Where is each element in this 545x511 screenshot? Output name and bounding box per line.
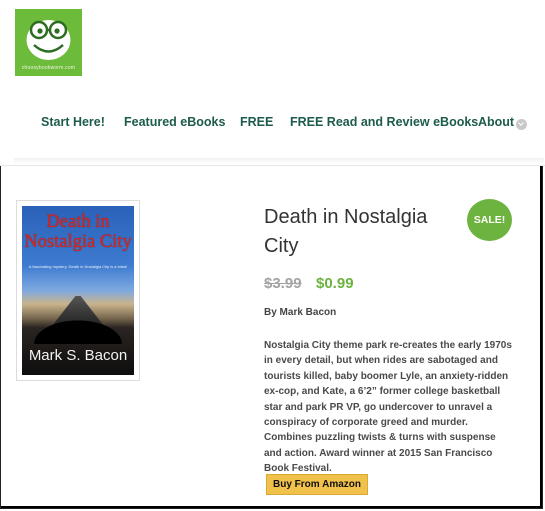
- cover-dashboard-graphic: [22, 314, 134, 344]
- site-logo[interactable]: choosybookworm.com: [15, 9, 82, 76]
- nav-start-here[interactable]: Start Here!: [41, 115, 105, 129]
- nav-about[interactable]: About: [478, 115, 514, 129]
- book-cover-image[interactable]: Death in Nostalgia City A fascinating my…: [22, 206, 134, 375]
- original-price: $3.99: [264, 275, 302, 292]
- book-author: By Mark Bacon: [264, 307, 337, 318]
- book-title: Death in Nostalgia City: [264, 206, 428, 257]
- cover-title: Death in Nostalgia City: [24, 212, 132, 252]
- book-description: Nostalgia City theme park re-creates the…: [264, 340, 512, 475]
- sale-price: $0.99: [316, 275, 354, 292]
- nav-free-read-review[interactable]: FREE Read and Review eBooks: [290, 115, 478, 129]
- header-divider: [14, 158, 544, 164]
- logo-caption: choosybookworm.com: [21, 65, 76, 71]
- cover-author: Mark S. Bacon: [28, 347, 128, 364]
- buy-from-amazon-button[interactable]: Buy From Amazon: [266, 474, 368, 495]
- chevron-down-icon[interactable]: [516, 119, 527, 130]
- main-nav: Start Here! Featured eBooks FREE FREE Re…: [0, 115, 545, 135]
- nav-free[interactable]: FREE: [240, 115, 273, 129]
- book-cover-frame[interactable]: Death in Nostalgia City A fascinating my…: [16, 200, 140, 381]
- cover-subtitle: A fascinating mystery. Death in Nostalgi…: [28, 264, 128, 269]
- bookworm-face-icon: [26, 20, 71, 60]
- site-header: choosybookworm.com Start Here! Featured …: [0, 0, 545, 166]
- sale-badge: SALE!: [467, 199, 512, 241]
- nav-featured-ebooks[interactable]: Featured eBooks: [124, 115, 225, 129]
